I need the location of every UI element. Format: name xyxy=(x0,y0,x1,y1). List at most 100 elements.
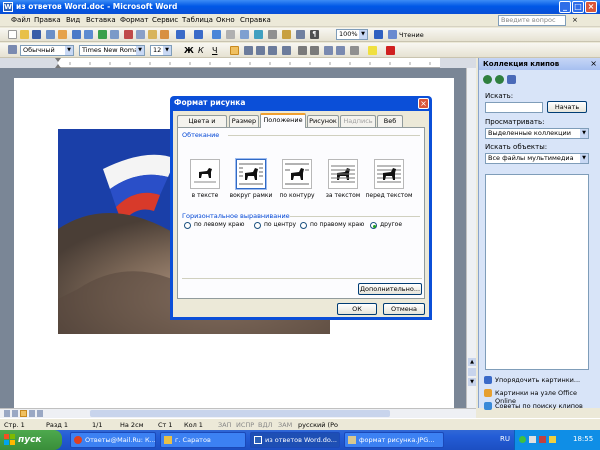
font-size-select[interactable]: 12 ▼ xyxy=(150,45,172,56)
volume-icon[interactable] xyxy=(529,436,536,443)
search-go-button[interactable]: Начать xyxy=(547,101,587,113)
wrap-square-button[interactable] xyxy=(236,159,266,189)
menu-file[interactable]: Файл xyxy=(11,16,30,24)
new-document-icon[interactable] xyxy=(8,30,17,39)
cancel-button[interactable]: Отмена xyxy=(383,303,425,315)
tab-layout[interactable]: Положение xyxy=(260,113,306,128)
bold-button[interactable]: Ж xyxy=(184,46,194,55)
align-right-radio[interactable] xyxy=(300,222,307,229)
wrap-inline-button[interactable] xyxy=(190,159,220,189)
permission-icon[interactable] xyxy=(46,30,55,39)
align-other-radio[interactable] xyxy=(370,222,377,229)
network-icon[interactable] xyxy=(519,436,526,443)
decrease-indent-icon[interactable] xyxy=(324,46,333,55)
spelling-icon[interactable] xyxy=(98,30,107,39)
dialog-close-button[interactable]: × xyxy=(418,98,429,109)
horizontal-scrollbar[interactable] xyxy=(0,408,476,418)
reading-layout-icon[interactable] xyxy=(37,410,43,417)
clip-results-list[interactable] xyxy=(485,174,589,370)
search-tips-link[interactable]: Советы по поиску клипов xyxy=(495,402,583,410)
ok-button[interactable]: ОК xyxy=(337,303,377,315)
advanced-button[interactable]: Дополнительно... xyxy=(358,283,422,295)
status-track[interactable]: ИСПР xyxy=(236,421,254,429)
italic-button[interactable]: К xyxy=(198,46,204,55)
align-center-radio[interactable] xyxy=(254,222,261,229)
organize-clips-link[interactable]: Упорядочить картинки... xyxy=(495,376,580,384)
drawing-icon[interactable] xyxy=(282,30,291,39)
doc-close-icon[interactable]: × xyxy=(572,16,578,24)
normal-view-icon[interactable] xyxy=(4,410,10,417)
web-layout-icon[interactable] xyxy=(12,410,18,417)
wrap-tight-button[interactable] xyxy=(282,159,312,189)
menu-format[interactable]: Формат xyxy=(120,16,148,24)
border-icon[interactable] xyxy=(350,46,359,55)
tab-colors-lines[interactable]: Цвета и линии xyxy=(177,115,227,136)
align-right-icon[interactable] xyxy=(256,46,265,55)
undo-icon[interactable] xyxy=(176,30,185,39)
horizontal-ruler[interactable] xyxy=(0,58,476,68)
task-pane-close-icon[interactable]: × xyxy=(590,59,597,68)
outline-view-icon[interactable] xyxy=(29,410,35,417)
increase-indent-icon[interactable] xyxy=(336,46,345,55)
read-icon[interactable] xyxy=(388,30,397,39)
clip-search-input[interactable] xyxy=(485,102,543,113)
menu-view[interactable]: Вид xyxy=(66,16,80,24)
insert-table-icon[interactable] xyxy=(240,30,249,39)
print-layout-icon[interactable] xyxy=(20,410,27,417)
bullets-icon[interactable] xyxy=(310,46,319,55)
help-icon[interactable] xyxy=(374,30,383,39)
columns-icon[interactable] xyxy=(268,30,277,39)
print-icon[interactable] xyxy=(72,30,81,39)
align-left-icon[interactable] xyxy=(230,46,239,55)
font-select[interactable]: Times New Roman ▼ xyxy=(79,45,145,56)
menu-window[interactable]: Окно xyxy=(216,16,235,24)
status-record[interactable]: ЗАП xyxy=(218,421,232,429)
copy-icon[interactable] xyxy=(136,30,145,39)
security-icon[interactable] xyxy=(549,436,556,443)
hyperlink-icon[interactable] xyxy=(212,30,221,39)
close-button[interactable]: × xyxy=(585,1,597,13)
media-type-select[interactable]: Все файлы мультимедиа ▼ xyxy=(485,153,589,164)
task-word-document[interactable]: из ответов Word.do... xyxy=(250,432,340,448)
menu-tools[interactable]: Сервис xyxy=(152,16,178,24)
wrap-behind-button[interactable] xyxy=(328,159,358,189)
browse-object-icon[interactable] xyxy=(468,368,476,376)
maximize-button[interactable]: □ xyxy=(572,1,584,13)
minimize-button[interactable]: _ xyxy=(559,1,571,13)
forward-icon[interactable] xyxy=(495,75,504,84)
antivirus-icon[interactable] xyxy=(539,436,546,443)
menu-edit[interactable]: Правка xyxy=(34,16,61,24)
paste-icon[interactable] xyxy=(148,30,157,39)
cut-icon[interactable] xyxy=(124,30,133,39)
redo-icon[interactable] xyxy=(194,30,203,39)
tab-picture[interactable]: Рисунок xyxy=(307,115,339,127)
vertical-scrollbar[interactable]: ▲ ▼ xyxy=(466,68,476,408)
status-extend[interactable]: ВДЛ xyxy=(258,421,272,429)
highlight-icon[interactable] xyxy=(368,46,377,55)
tab-web[interactable]: Веб xyxy=(377,115,403,127)
styles-pane-icon[interactable] xyxy=(8,45,17,54)
previous-page-icon[interactable]: ▲ xyxy=(468,358,476,366)
ask-question-input[interactable]: Введите вопрос xyxy=(498,15,566,26)
start-button[interactable]: пуск xyxy=(0,430,62,450)
scroll-thumb[interactable] xyxy=(90,410,390,417)
next-page-icon[interactable]: ▼ xyxy=(468,378,476,386)
align-left-radio[interactable] xyxy=(184,222,191,229)
justify-icon[interactable] xyxy=(268,46,277,55)
print-preview-icon[interactable] xyxy=(84,30,93,39)
open-folder-icon[interactable] xyxy=(20,30,29,39)
menu-table[interactable]: Таблица xyxy=(182,16,213,24)
word-app-icon[interactable]: W xyxy=(3,2,13,12)
format-painter-icon[interactable] xyxy=(160,30,169,39)
collections-select[interactable]: Выделенные коллекции ▼ xyxy=(485,128,589,139)
numbering-icon[interactable] xyxy=(298,46,307,55)
menu-insert[interactable]: Вставка xyxy=(86,16,116,24)
status-overtype[interactable]: ЗАМ xyxy=(278,421,292,429)
document-map-icon[interactable] xyxy=(296,30,305,39)
insert-excel-icon[interactable] xyxy=(254,30,263,39)
menu-help[interactable]: Справка xyxy=(240,16,271,24)
task-format-picture-image[interactable]: формат рисунка.JPG... xyxy=(344,432,444,448)
home-icon[interactable] xyxy=(507,75,516,84)
save-icon[interactable] xyxy=(32,30,41,39)
email-icon[interactable] xyxy=(58,30,67,39)
